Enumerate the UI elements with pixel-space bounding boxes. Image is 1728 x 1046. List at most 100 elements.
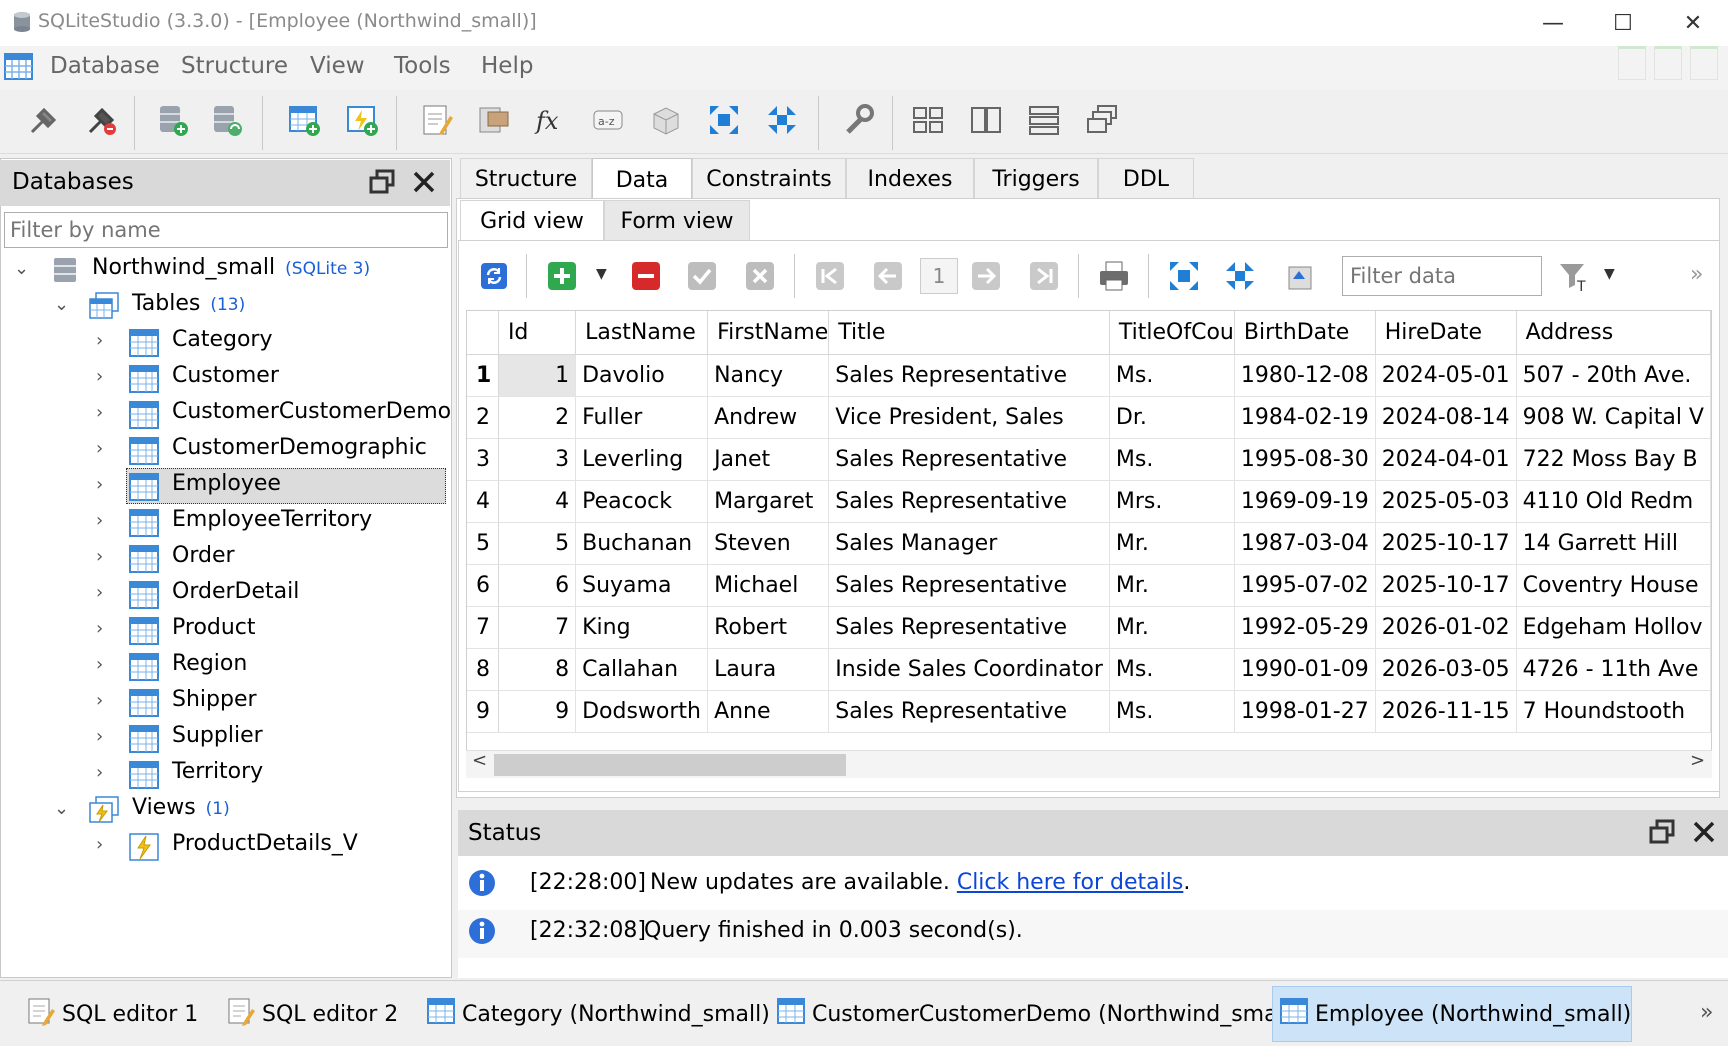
tree-table-item[interactable]: › OrderDetail [0,576,450,612]
column-header[interactable]: Id [498,311,577,355]
table-cell[interactable]: 2026-11-15 [1375,690,1517,733]
chevron-right-icon[interactable]: › [96,726,116,747]
next-page-icon[interactable] [964,254,1008,298]
first-page-icon[interactable] [808,254,852,298]
connect-icon[interactable] [22,98,66,142]
toolbar-more-icon[interactable]: » [1690,262,1703,287]
table-cell[interactable]: Leverling [575,438,709,481]
tab-constraints[interactable]: Constraints [692,158,846,200]
update-details-link[interactable]: Click here for details [957,870,1184,895]
table-cell[interactable]: Sales Representative [828,690,1110,733]
window-tabs-more-icon[interactable]: » [1700,1000,1713,1025]
table-row[interactable]: 2 2 Fuller Andrew Vice President, Sales Dr. 19… [467,396,1711,439]
table-cell[interactable]: Ms. [1109,438,1235,481]
menu-database[interactable]: Database [50,53,160,79]
table-cell[interactable]: Andrew [707,396,830,439]
table-cell[interactable]: 507 - 20th Ave. [1516,354,1711,397]
mdi-restore-icon[interactable] [1654,46,1682,80]
column-header[interactable]: TitleOfCou [1109,311,1235,355]
collations-icon[interactable]: a-z [586,98,630,142]
chevron-right-icon[interactable]: › [96,582,116,603]
window-tab-sql-editor-1[interactable]: SQL editor 1 [20,986,210,1042]
menu-structure[interactable]: Structure [181,53,288,79]
table-cell[interactable]: 1980-12-08 [1234,354,1376,397]
tree-table-item[interactable]: › Category [0,324,450,360]
column-header[interactable]: LastName [575,311,709,355]
table-cell[interactable]: 908 W. Capital V [1516,396,1711,439]
chevron-right-icon[interactable]: › [96,438,116,459]
table-row[interactable]: 5 5 Buchanan Steven Sales Manager Mr. 1987-03-… [467,522,1711,565]
status-float-icon[interactable] [1646,816,1678,848]
chevron-right-icon[interactable]: › [96,618,116,639]
status-close-icon[interactable] [1688,816,1720,848]
scroll-right-icon[interactable]: > [1690,750,1705,771]
table-cell[interactable]: 5 [498,522,577,565]
table-cell[interactable]: 6 [498,564,577,607]
panel-close-icon[interactable] [408,166,440,198]
table-cell[interactable]: Fuller [575,396,709,439]
tile-vertical-icon[interactable] [1022,98,1066,142]
table-cell[interactable]: Laura [707,648,830,691]
tree-database-northwind[interactable]: ⌄ Northwind_small (SQLite 3) [0,252,450,288]
tree-table-item[interactable]: › CustomerCustomerDemo [0,396,451,432]
table-cell[interactable]: Coventry House [1516,564,1711,607]
table-cell[interactable]: Vice President, Sales [828,396,1110,439]
table-cell[interactable]: 2024-05-01 [1375,354,1517,397]
create-view-icon[interactable] [340,98,384,142]
table-row[interactable]: 9 9 Dodsworth Anne Sales Representative Ms. 19… [467,690,1711,733]
page-number[interactable]: 1 [920,258,958,294]
table-cell[interactable]: 7 [498,606,577,649]
create-table-icon[interactable] [282,98,326,142]
table-cell[interactable]: 14 Garrett Hill [1516,522,1711,565]
tab-ddl[interactable]: DDL [1098,158,1194,200]
table-cell[interactable]: 2024-08-14 [1375,396,1517,439]
chevron-right-icon[interactable]: › [96,762,116,783]
tree-table-item[interactable]: › CustomerDemographic [0,432,450,468]
column-header[interactable]: Title [828,311,1110,355]
table-row[interactable]: 3 3 Leverling Janet Sales Representative Ms. 1… [467,438,1711,481]
window-tab-employee[interactable]: Employee (Northwind_small) [1272,986,1632,1042]
tree-views-folder[interactable]: ⌄ Views (1) [0,792,450,828]
table-cell[interactable]: Ms. [1109,690,1235,733]
mdi-close-icon[interactable] [1690,46,1718,80]
table-cell[interactable]: 7 Houndstooth [1516,690,1711,733]
table-cell[interactable]: Michael [707,564,830,607]
table-cell[interactable]: 1969-09-19 [1234,480,1376,523]
chevron-right-icon[interactable]: › [96,366,116,387]
chevron-right-icon[interactable]: › [96,474,116,495]
populate-icon[interactable] [1278,254,1322,298]
table-cell[interactable]: 2025-10-17 [1375,522,1517,565]
maximize-button[interactable]: ☐ [1588,0,1658,46]
table-cell[interactable]: Dr. [1109,396,1235,439]
filter-dropdown-icon[interactable]: ▼ [1604,266,1615,282]
table-cell[interactable]: Mr. [1109,606,1235,649]
table-cell[interactable]: Mrs. [1109,480,1235,523]
tree-table-item[interactable]: › Supplier [0,720,450,756]
table-cell[interactable]: Robert [707,606,830,649]
column-header[interactable]: BirthDate [1234,311,1376,355]
export-data-icon[interactable] [1162,254,1206,298]
chevron-down-icon[interactable]: ⌄ [54,798,74,819]
mdi-minimize-icon[interactable] [1618,46,1646,80]
table-cell[interactable]: Suyama [575,564,709,607]
tab-indexes[interactable]: Indexes [846,158,974,200]
chevron-down-icon[interactable]: ⌄ [54,294,74,315]
tab-triggers[interactable]: Triggers [974,158,1098,200]
table-cell[interactable]: Ms. [1109,648,1235,691]
table-cell[interactable]: Janet [707,438,830,481]
table-cell[interactable]: Inside Sales Coordinator [828,648,1110,691]
import-data-icon[interactable] [1218,254,1262,298]
print-icon[interactable] [1092,254,1136,298]
tree-view-item[interactable]: › ProductDetails_V [0,828,450,864]
tree-table-item[interactable]: › Employee [0,468,450,504]
table-cell[interactable]: Callahan [575,648,709,691]
menu-tools[interactable]: Tools [394,53,451,79]
table-cell[interactable]: 4726 - 11th Ave [1516,648,1711,691]
close-window-button[interactable]: ✕ [1658,0,1728,46]
export-icon[interactable] [702,98,746,142]
table-cell[interactable]: Margaret [707,480,830,523]
rollback-icon[interactable] [738,254,782,298]
table-cell[interactable]: Edgeham Hollov [1516,606,1711,649]
table-cell[interactable]: 2026-01-02 [1375,606,1517,649]
tile-windows-icon[interactable] [906,98,950,142]
